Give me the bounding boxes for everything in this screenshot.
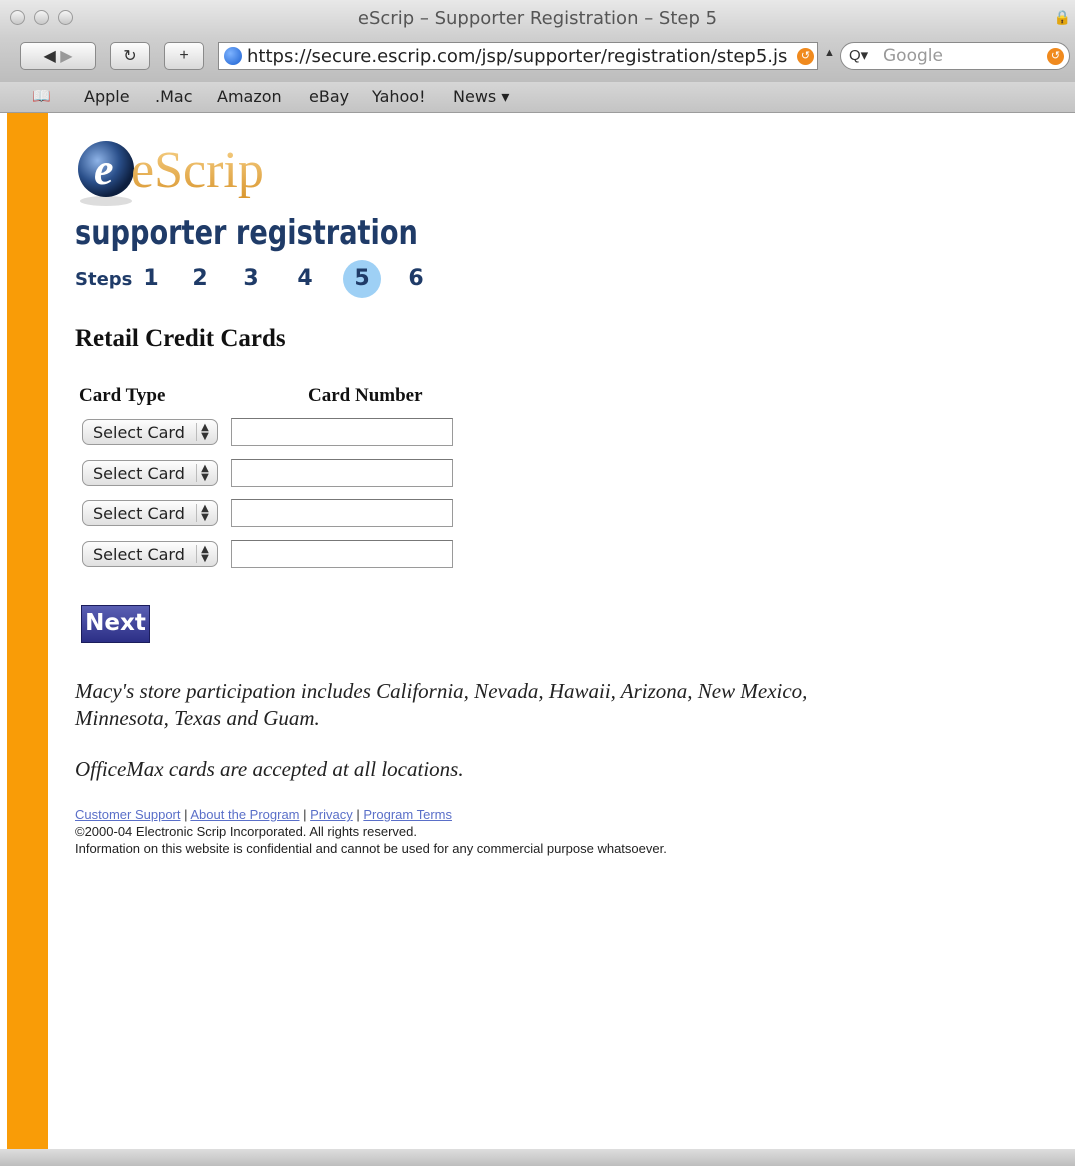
macys-note: Macy's store participation includes Cali… (75, 679, 808, 730)
updown-arrows-icon: ▲ ▼ (196, 423, 213, 442)
add-bookmark-button[interactable]: + (164, 42, 204, 70)
window-title: eScrip – Supporter Registration – Step 5 (357, 8, 718, 29)
bookmark-amazon[interactable]: Amazon (217, 87, 282, 106)
copyright-text: ©2000-04 Electronic Scrip Incorporated. … (75, 824, 417, 839)
steps-label: Steps (75, 269, 133, 290)
browser-window: eScrip – Supporter Registration – Step 5… (0, 0, 1075, 1166)
step-5-active[interactable]: 5 (343, 260, 381, 298)
title-bar: eScrip – Supporter Registration – Step 5… (0, 0, 1075, 38)
forward-arrow-icon[interactable]: ▶ (60, 46, 72, 66)
select-label: Select Card (93, 464, 185, 483)
bookmarks-bar: 📖 Apple .Mac Amazon eBay Yahoo! News ▾ (0, 82, 1075, 113)
select-label: Select Card (93, 423, 185, 442)
book-icon[interactable]: 📖 (32, 87, 51, 105)
step-1[interactable]: 1 (132, 260, 170, 298)
logo-text: eScrip (131, 142, 264, 199)
plus-icon: + (179, 47, 189, 64)
lock-icon: 🔒 (1053, 9, 1071, 25)
card-type-select-2[interactable]: Select Card ▲ ▼ (82, 460, 218, 486)
select-label: Select Card (93, 545, 185, 564)
customer-support-link[interactable]: Customer Support (75, 807, 181, 822)
card-type-select-1[interactable]: Select Card ▲ ▼ (82, 419, 218, 445)
card-type-select-4[interactable]: Select Card ▲ ▼ (82, 541, 218, 567)
search-snapback-icon[interactable]: ↺ (1047, 48, 1064, 65)
status-bar (0, 1149, 1075, 1166)
url-dropdown-icon[interactable]: ▲ (824, 47, 835, 59)
svg-text:e: e (94, 145, 114, 194)
back-arrow-icon[interactable]: ◀ (43, 46, 55, 66)
confidential-text: Information on this website is confident… (75, 841, 667, 856)
updown-arrows-icon: ▲ ▼ (196, 464, 213, 483)
bookmark-mac[interactable]: .Mac (155, 87, 193, 106)
reload-icon: ↻ (123, 48, 137, 65)
step-2[interactable]: 2 (181, 260, 219, 298)
bookmark-ebay[interactable]: eBay (309, 87, 349, 106)
separator: | (352, 807, 364, 822)
globe-icon (224, 47, 242, 65)
step-6[interactable]: 6 (397, 260, 435, 298)
about-program-link[interactable]: About the Program (190, 807, 299, 822)
card-number-input-3[interactable] (231, 499, 453, 527)
privacy-link[interactable]: Privacy (310, 807, 353, 822)
orange-sidebar (7, 113, 48, 1149)
section-title: Retail Credit Cards (75, 325, 286, 352)
card-number-input-1[interactable] (231, 418, 453, 446)
updown-arrows-icon: ▲ ▼ (196, 504, 213, 523)
step-3[interactable]: 3 (232, 260, 270, 298)
card-type-select-3[interactable]: Select Card ▲ ▼ (82, 500, 218, 526)
separator: | (299, 807, 311, 822)
next-button[interactable]: Next (81, 605, 150, 643)
address-bar[interactable]: https://secure.escrip.com/jsp/supporter/… (218, 42, 818, 70)
reload-button[interactable]: ↻ (110, 42, 150, 70)
back-forward-buttons[interactable]: ◀ ▶ (20, 42, 96, 70)
separator: | (180, 807, 191, 822)
step-4[interactable]: 4 (286, 260, 324, 298)
card-type-header: Card Type (79, 385, 166, 406)
footer-links: Customer Support | About the Program | P… (75, 807, 452, 822)
card-number-input-2[interactable] (231, 459, 453, 487)
search-placeholder: Google (883, 46, 943, 66)
page-content: e eScrip supporter registration Steps 1 … (48, 113, 1075, 1149)
search-icon: Q▾ (849, 47, 869, 64)
escrip-logo: e eScrip (78, 141, 264, 206)
browser-toolbar: ◀ ▶ ↻ + https://secure.escrip.com/jsp/su… (0, 38, 1075, 82)
card-number-input-4[interactable] (231, 540, 453, 568)
officemax-note: OfficeMax cards are accepted at all loca… (75, 757, 464, 781)
bookmark-yahoo[interactable]: Yahoo! (372, 87, 426, 106)
bookmark-apple[interactable]: Apple (84, 87, 130, 106)
bookmark-news[interactable]: News ▾ (453, 87, 509, 106)
snapback-icon[interactable]: ↺ (797, 48, 814, 65)
select-label: Select Card (93, 504, 185, 523)
page-title: supporter registration (75, 213, 418, 253)
url-text[interactable]: https://secure.escrip.com/jsp/supporter/… (247, 46, 795, 67)
program-terms-link[interactable]: Program Terms (363, 807, 452, 822)
updown-arrows-icon: ▲ ▼ (196, 545, 213, 564)
card-number-header: Card Number (308, 385, 423, 406)
search-box[interactable]: Q▾ Google ↺ (840, 42, 1070, 70)
